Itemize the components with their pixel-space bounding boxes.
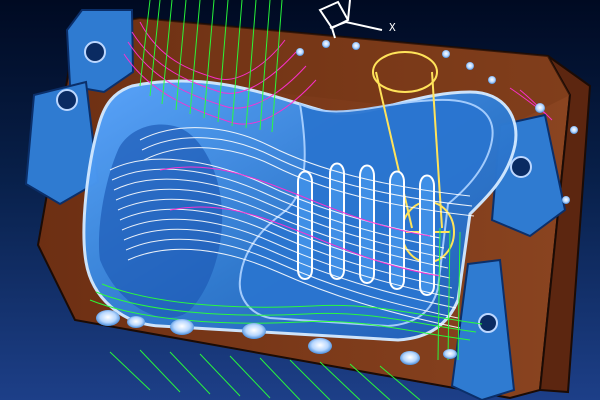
axis-triad-icon	[318, 0, 383, 39]
cad-viewport[interactable]: X	[0, 0, 600, 400]
bottom-hole	[242, 323, 266, 339]
boss-hole	[510, 156, 532, 178]
bottom-hole	[400, 351, 420, 365]
bolt-hole	[466, 62, 474, 70]
bolt-hole	[352, 42, 360, 50]
boss-hole	[56, 89, 78, 111]
bottom-hole	[308, 338, 332, 354]
bottom-hole	[127, 316, 145, 328]
boss-hole	[84, 41, 106, 63]
bolt-hole	[570, 126, 578, 134]
bottom-hole	[96, 310, 120, 326]
axis-label-x: X	[389, 21, 396, 34]
bolt-hole	[488, 76, 496, 84]
bottom-hole	[443, 349, 457, 359]
bottom-hole	[170, 319, 194, 335]
boss-hole	[478, 313, 498, 333]
bolt-hole	[296, 48, 304, 56]
bolt-hole	[562, 196, 570, 204]
mold-scene	[24, 0, 592, 400]
bolt-hole	[442, 50, 450, 58]
bolt-hole	[535, 103, 545, 113]
bolt-hole	[322, 40, 330, 48]
